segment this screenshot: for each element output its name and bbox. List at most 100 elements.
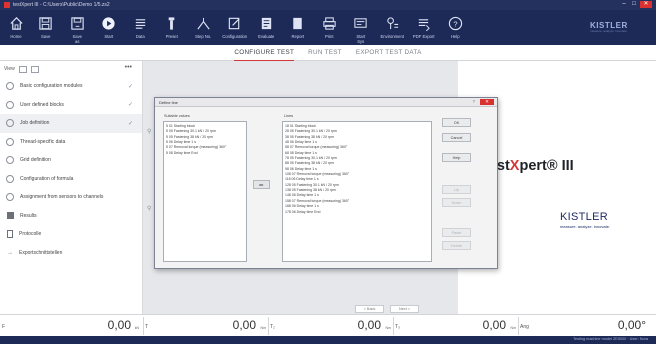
dialog-close-button[interactable]: ✕ — [480, 99, 494, 105]
workflow-tabs: CONFIGURE TEST RUN TEST EXPORT TEST DATA — [0, 45, 656, 61]
lines-list[interactable]: 18 01 Starting block 28 05 Fastening 30.… — [282, 121, 432, 262]
environment-button[interactable]: Environment — [377, 10, 409, 45]
nav-item-label: Results — [20, 212, 37, 219]
grid-view-icon[interactable] — [18, 65, 27, 73]
ok-button[interactable]: OK — [442, 118, 471, 127]
status-circle-icon — [6, 82, 14, 91]
next-button[interactable]: Next > — [390, 305, 419, 313]
up-button[interactable]: Up — [442, 185, 471, 194]
save-as-button[interactable]: Save as — [62, 10, 94, 45]
step-no-button[interactable]: Step No. — [188, 10, 220, 45]
data-label: Data — [135, 34, 145, 39]
nav-item-export-interfaces[interactable]: → Exportschnittstellen — [0, 244, 142, 263]
nav-item-label: Job definition — [20, 120, 50, 127]
save-button[interactable]: Save — [30, 10, 62, 45]
data-button[interactable]: Data — [125, 10, 157, 45]
lines-label: Lines — [284, 114, 294, 118]
preset-button[interactable]: Preset — [156, 10, 188, 45]
nav-item-configuration-of-formula[interactable]: Configuration of formula — [0, 170, 142, 189]
list-view-icon[interactable] — [30, 65, 39, 73]
save-label: Save — [40, 34, 51, 39]
save-as-label: Save as — [72, 34, 83, 44]
print-button[interactable]: Print — [314, 10, 346, 45]
dialog-title: Define line — [159, 100, 178, 105]
add-to-lines-button[interactable]: ▸▸ — [253, 180, 270, 189]
down-button[interactable]: Down — [442, 198, 471, 207]
nav-item-results[interactable]: Results — [0, 207, 142, 226]
nav-item-label: Thread-specific data — [20, 138, 66, 145]
help-button[interactable]: ? Help — [440, 10, 472, 45]
link-icon[interactable]: ⚲ — [147, 205, 151, 212]
evaluate-button[interactable]: Evaluate — [251, 10, 283, 45]
help-label: Help — [450, 34, 460, 39]
readout-value: 0,00 — [357, 318, 381, 332]
report-button[interactable]: Report — [282, 10, 314, 45]
print-icon — [323, 17, 336, 30]
more-menu-icon[interactable]: ••• — [125, 64, 132, 71]
title-bar: testXpert III - C:\Users\Public\Demo 1/5… — [0, 0, 656, 10]
minimize-button[interactable]: – — [620, 1, 628, 8]
available-values-label: Suitable values — [164, 114, 190, 118]
help-hint-icon[interactable]: ? — [472, 99, 475, 104]
view-header: View ••• — [0, 61, 142, 77]
report-icon — [293, 17, 302, 30]
start-button[interactable]: Start — [93, 10, 125, 45]
nav-item-label: User defined blocks — [20, 101, 64, 108]
readout-unit: Nm — [260, 326, 266, 330]
start-sys-icon — [354, 18, 367, 28]
status-circle-icon — [6, 119, 14, 128]
tab-configure-test[interactable]: CONFIGURE TEST — [234, 45, 295, 61]
report-label: Report — [291, 34, 305, 39]
start-sys-button[interactable]: Start Sys — [345, 10, 377, 45]
nav-item-thread-specific-data[interactable]: Thread-specific data — [0, 133, 142, 152]
evaluate-label: Evaluate — [258, 34, 275, 39]
delete-button[interactable]: Delete — [442, 241, 471, 250]
tab-export-test-data[interactable]: EXPORT TEST DATA — [356, 45, 422, 60]
nav-item-label: Basic configuration modules — [20, 83, 83, 90]
nav-item-protocolle[interactable]: Protocolle — [0, 225, 142, 244]
nav-item-job-definition[interactable]: Job definition ✓ — [0, 114, 142, 133]
configuration-button[interactable]: Configuration — [219, 10, 251, 45]
close-button[interactable]: ✕ — [640, 1, 652, 8]
home-button[interactable]: Home — [2, 10, 30, 45]
nav-item-user-defined-blocks[interactable]: User defined blocks ✓ — [0, 96, 142, 115]
tab-run-test[interactable]: RUN TEST — [308, 45, 342, 60]
torque-2-readout: T₂ 0,00 Nm — [268, 315, 393, 337]
link-icon[interactable]: ⚲ — [147, 128, 151, 135]
nav-item-sensor-assignment[interactable]: Assignment from sensors to channels — [0, 188, 142, 207]
torque-readout: T 0,00 Nm — [143, 315, 268, 337]
status-circle-icon — [6, 156, 14, 165]
available-values-list[interactable]: 5 01 Starting block 5 05 Fastening 30.1 … — [163, 121, 247, 262]
start-icon — [102, 17, 115, 30]
readout-value: 0,00 — [482, 318, 506, 332]
environment-label: Environment — [380, 34, 404, 39]
paste-button[interactable]: Paste — [442, 228, 471, 237]
start-label: Start — [104, 34, 114, 39]
help-button-dialog[interactable]: Help — [442, 153, 471, 162]
cancel-button[interactable]: Cancel — [442, 133, 471, 142]
list-item[interactable]: 5 08 Delay time End — [166, 151, 244, 156]
force-readout: F 0,00 kN — [0, 315, 143, 337]
readout-symbol: T — [145, 324, 149, 330]
check-icon: ✓ — [127, 102, 133, 109]
nav-item-label: Configuration of formula — [20, 175, 74, 182]
list-item[interactable]: 178 06 Delay time End — [285, 210, 429, 215]
view-label: View — [4, 66, 15, 72]
nav-item-grid-definition[interactable]: Grid definition — [0, 151, 142, 170]
maximize-button[interactable]: □ — [630, 1, 638, 8]
readout-unit: kN — [134, 326, 139, 330]
readout-value: 0,00° — [617, 318, 646, 332]
check-icon: ✓ — [127, 83, 133, 90]
nav-item-basic-configuration[interactable]: Basic configuration modules ✓ — [0, 77, 142, 96]
back-button[interactable]: < Back — [355, 305, 384, 313]
save-icon — [39, 17, 52, 30]
home-icon — [9, 17, 23, 30]
window-title: testXpert III - C:\Users\Public\Demo 1/5… — [13, 2, 110, 8]
arrow-right-icon: → — [7, 249, 13, 256]
status-circle-icon — [6, 100, 14, 109]
svg-text:?: ? — [453, 19, 457, 28]
dialog-title-bar: Define line ? ✕ — [155, 98, 497, 107]
readout-unit: Nm — [510, 326, 516, 330]
pdf-export-button[interactable]: PDF Export — [408, 10, 440, 45]
home-label: Home — [10, 34, 22, 39]
